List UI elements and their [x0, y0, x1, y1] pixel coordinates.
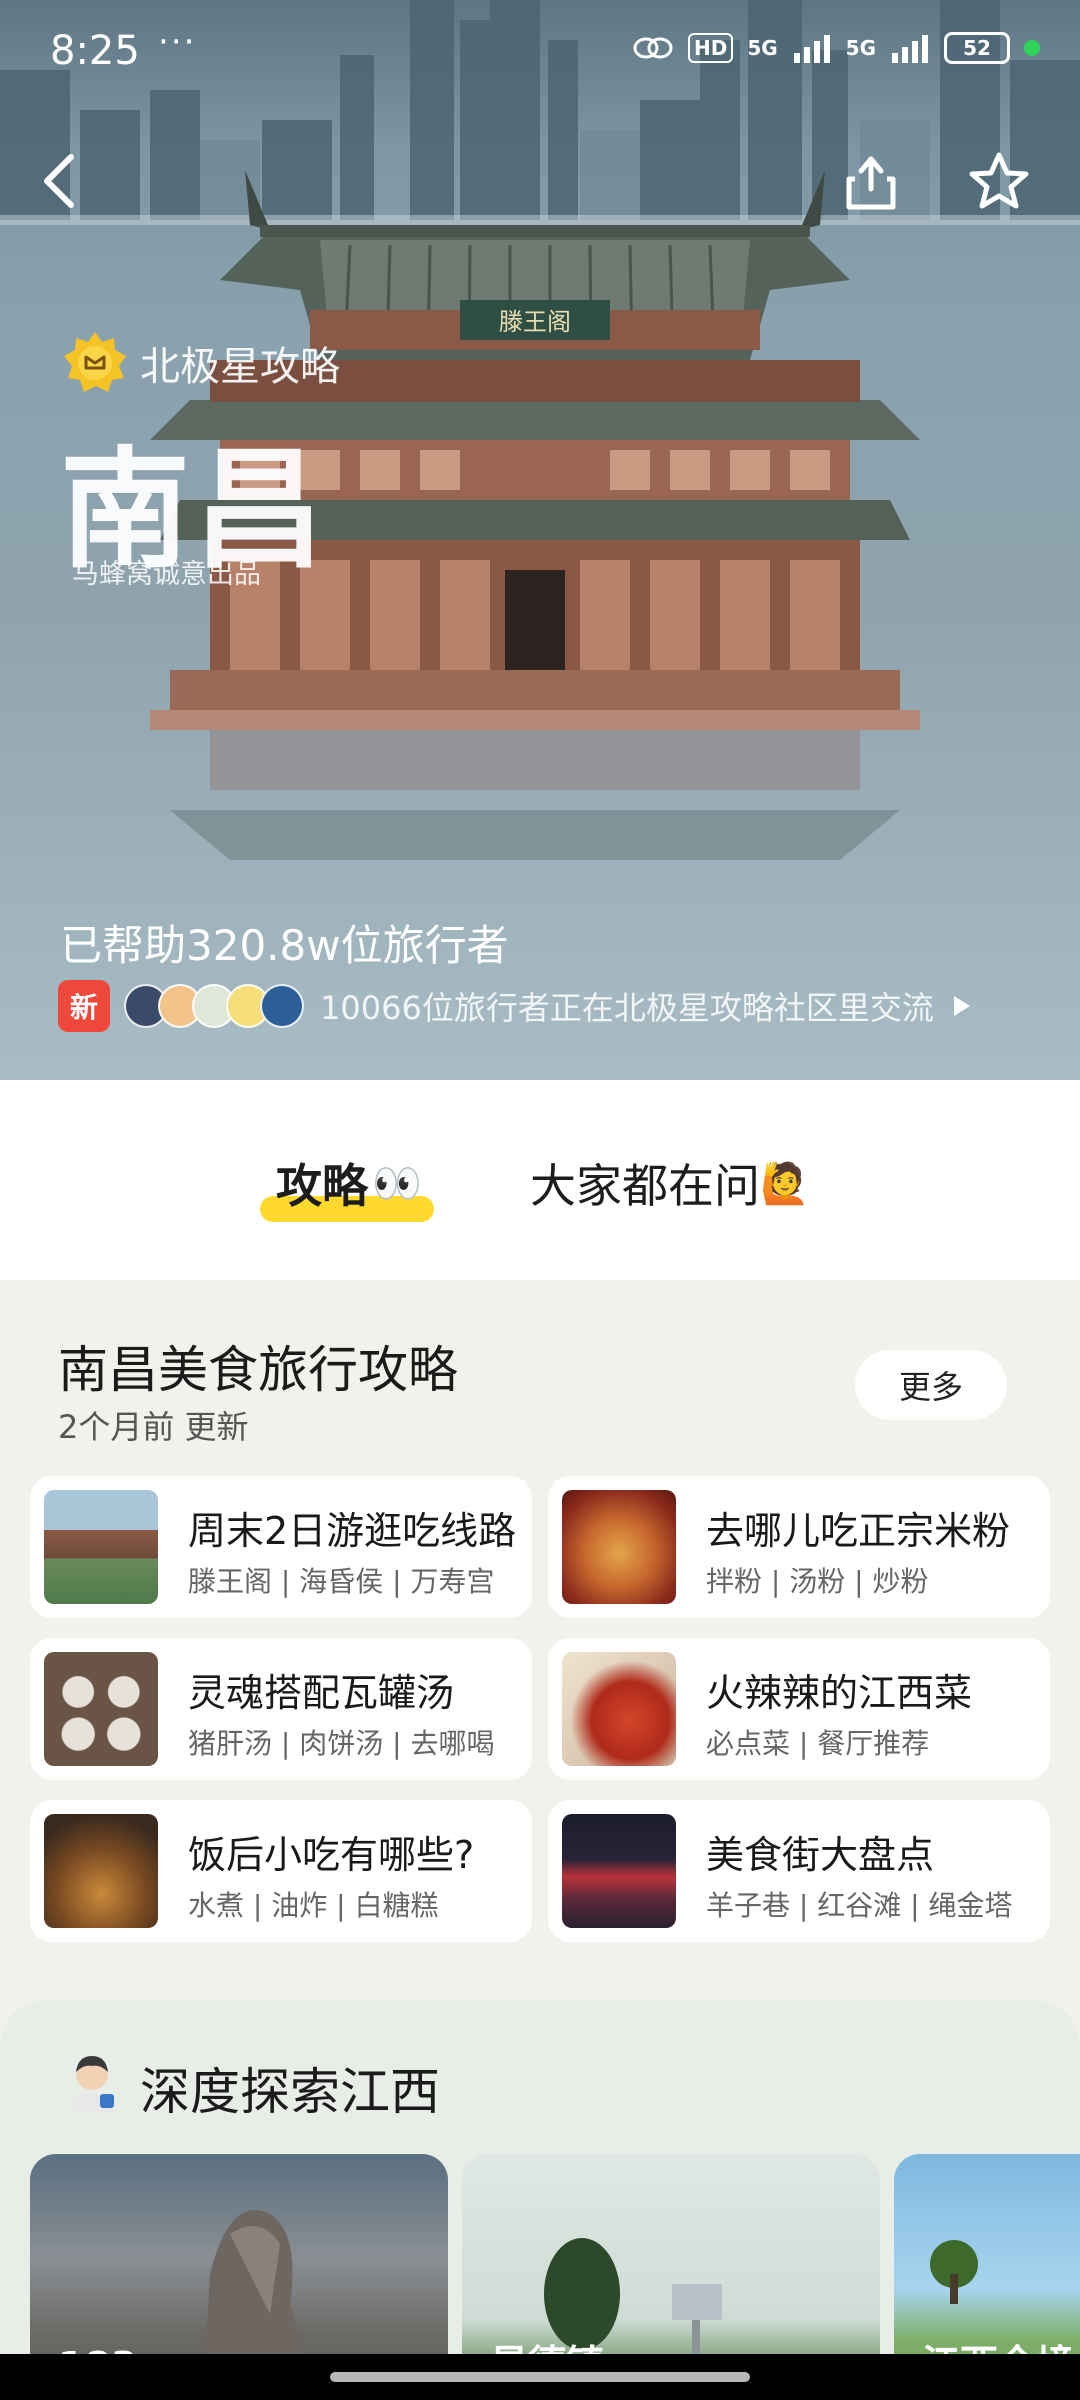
- tile-title: 去哪儿吃正宗米粉: [706, 1509, 1011, 1553]
- tile-subtitle: 滕王阁 | 海昏侯 | 万寿宫: [188, 1565, 495, 1598]
- tile-title: 饭后小吃有哪些?: [188, 1833, 475, 1877]
- avatar: [260, 984, 305, 1028]
- guide-tile-spicy-jiangxi-dishes[interactable]: 火辣辣的江西菜 必点菜 | 餐厅推荐: [548, 1638, 1050, 1780]
- tab-ask-label: 大家都在问: [530, 1159, 760, 1213]
- tab-everyone-asks[interactable]: 大家都在问 🙋: [530, 1150, 810, 1216]
- city-subtitle: 马蜂窝诚意出品: [72, 559, 261, 590]
- hd-label: HD: [687, 33, 734, 63]
- explore-title: 深度探索江西: [140, 2063, 440, 2121]
- tile-thumbnail: [44, 1490, 158, 1604]
- tile-thumbnail: [562, 1652, 676, 1766]
- favorite-button[interactable]: [964, 146, 1034, 216]
- north-star-logo-icon: [64, 332, 126, 392]
- tile-thumbnail: [562, 1814, 676, 1928]
- raising-hand-emoji-icon: 🙋: [760, 1160, 810, 1207]
- guide-tile-snacks[interactable]: 饭后小吃有哪些? 水煮 | 油炸 | 白糖糕: [30, 1800, 532, 1942]
- tile-title: 灵魂搭配瓦罐汤: [188, 1671, 455, 1715]
- tab-guide-label: 攻略: [276, 1159, 368, 1213]
- tile-subtitle: 羊子巷 | 红谷滩 | 绳金塔: [706, 1889, 1013, 1922]
- tile-subtitle: 拌粉 | 汤粉 | 炒粉: [706, 1565, 929, 1598]
- brand-row: 北极星攻略: [62, 330, 340, 396]
- back-button[interactable]: [24, 146, 94, 216]
- svg-text:滕王阁: 滕王阁: [499, 308, 571, 336]
- guide-tile-rice-noodles[interactable]: 去哪儿吃正宗米粉 拌粉 | 汤粉 | 炒粉: [548, 1476, 1050, 1618]
- tile-thumbnail: [44, 1814, 158, 1928]
- share-icon: [846, 156, 896, 210]
- hero-banner: 滕王阁 8:25 ··· HD 5G 5G 52 北极星攻略 南昌 马蜂窝诚意出…: [0, 0, 1080, 1080]
- tab-guide[interactable]: 攻略 👀: [260, 1150, 434, 1222]
- food-guide-title: 南昌美食旅行攻略: [58, 1341, 458, 1399]
- tile-title: 火辣辣的江西菜: [706, 1671, 973, 1715]
- tile-title: 周末2日游逛吃线路: [188, 1509, 517, 1553]
- food-guide-updated: 2个月前 更新: [58, 1408, 249, 1446]
- network-5g-label-1: 5G: [747, 36, 778, 60]
- status-bar: 8:25 ··· HD 5G 5G 52: [0, 0, 1080, 108]
- tile-subtitle: 必点菜 | 餐厅推荐: [706, 1727, 930, 1760]
- chevron-left-icon: [44, 154, 74, 208]
- play-arrow-icon: [953, 996, 970, 1016]
- guide-tile-clay-pot-soup[interactable]: 灵魂搭配瓦罐汤 猪肝汤 | 肉饼汤 | 去哪喝: [30, 1638, 532, 1780]
- explorer-avatar-icon: [70, 2056, 114, 2112]
- privacy-dot-icon: [1024, 40, 1040, 56]
- status-time: 8:25: [50, 28, 140, 74]
- tile-thumbnail: [44, 1652, 158, 1766]
- more-button[interactable]: 更多: [855, 1350, 1007, 1420]
- status-more-dots: ···: [158, 22, 197, 62]
- eyes-emoji-icon: 👀: [372, 1160, 422, 1207]
- tile-subtitle: 猪肝汤 | 肉饼汤 | 去哪喝: [188, 1727, 495, 1760]
- travelers-helped-text: 已帮助320.8w位旅行者: [60, 921, 509, 970]
- link-icon: [633, 37, 673, 59]
- network-5g-label-2: 5G: [845, 36, 876, 60]
- home-indicator[interactable]: [330, 2372, 750, 2382]
- share-button[interactable]: [836, 146, 906, 216]
- brand-name: 北极星攻略: [140, 344, 340, 390]
- guide-tile-food-streets[interactable]: 美食街大盘点 羊子巷 | 红谷滩 | 绳金塔: [548, 1800, 1050, 1942]
- star-icon: [969, 152, 1029, 209]
- tile-subtitle: 水煮 | 油炸 | 白糖糕: [188, 1889, 439, 1922]
- community-link[interactable]: 新 10066位旅行者正在北极星攻略社区里交流: [58, 980, 972, 1032]
- new-badge: 新: [58, 980, 111, 1032]
- tile-thumbnail: [562, 1490, 676, 1604]
- community-text: 10066位旅行者正在北极星攻略社区里交流: [320, 989, 934, 1027]
- signal-icon-1: [793, 35, 830, 63]
- tile-title: 美食街大盘点: [706, 1833, 935, 1877]
- guide-tile-weekend-route[interactable]: 周末2日游逛吃线路 滕王阁 | 海昏侯 | 万寿宫: [30, 1476, 532, 1618]
- avatar-stack: [124, 984, 305, 1028]
- signal-icon-2: [892, 35, 928, 63]
- battery-indicator: 52: [944, 32, 1010, 64]
